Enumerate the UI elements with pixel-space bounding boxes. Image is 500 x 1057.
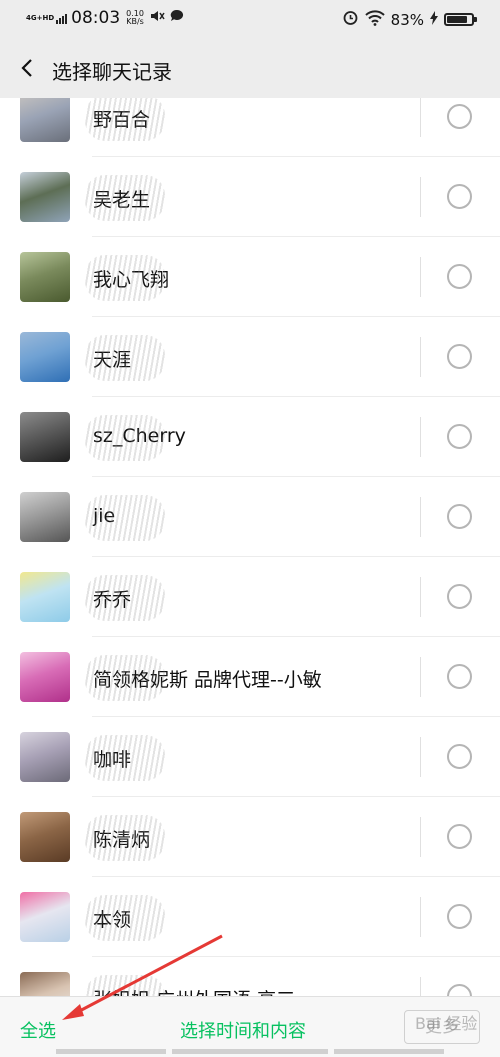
divider [420, 657, 421, 697]
nav-indicator [334, 1049, 444, 1054]
avatar [20, 332, 70, 382]
blur-overlay [85, 495, 165, 541]
blur-overlay [85, 735, 165, 781]
blur-overlay [85, 415, 165, 461]
divider [420, 817, 421, 857]
chevron-left-icon[interactable] [16, 56, 40, 80]
chat-row[interactable]: 乔乔 [0, 557, 500, 637]
nav-indicator [172, 1049, 328, 1054]
select-radio[interactable] [447, 184, 472, 209]
avatar [20, 98, 70, 142]
select-radio[interactable] [447, 264, 472, 289]
blur-overlay [85, 335, 165, 381]
chat-row[interactable]: 张姐姐 广州外国语 高三 [0, 957, 500, 996]
lightning-icon [430, 10, 438, 29]
page-title: 选择聊天记录 [52, 60, 172, 84]
blur-overlay [85, 655, 165, 701]
avatar [20, 572, 70, 622]
nav-indicator [56, 1049, 166, 1054]
watermark: Bai 经验 [415, 1014, 478, 1033]
select-radio[interactable] [447, 904, 472, 929]
avatar [20, 972, 70, 996]
select-radio[interactable] [447, 344, 472, 369]
chat-row[interactable]: 本领 [0, 877, 500, 957]
divider [420, 337, 421, 377]
chat-row[interactable]: 吴老生 [0, 157, 500, 237]
select-time-and-content-button[interactable]: 选择时间和内容 [180, 1017, 306, 1043]
blur-overlay [85, 575, 165, 621]
wifi-icon [364, 9, 385, 30]
chat-bubble-icon [170, 9, 184, 27]
battery-icon [444, 13, 477, 26]
blur-overlay [85, 255, 165, 301]
select-radio[interactable] [447, 824, 472, 849]
blur-overlay [85, 895, 165, 941]
blur-overlay [85, 175, 165, 221]
blur-overlay [85, 815, 165, 861]
divider [420, 497, 421, 537]
select-radio[interactable] [447, 504, 472, 529]
divider [420, 417, 421, 457]
nav-bar: 选择聊天记录 [0, 40, 500, 98]
chat-row[interactable]: 简领格妮斯 品牌代理--小敏 [0, 637, 500, 717]
select-radio[interactable] [447, 744, 472, 769]
select-radio[interactable] [447, 664, 472, 689]
divider [420, 98, 421, 137]
divider [420, 977, 421, 996]
avatar [20, 172, 70, 222]
blur-overlay [85, 98, 165, 141]
signal-icon [56, 12, 68, 24]
select-radio[interactable] [447, 984, 472, 996]
chat-list[interactable]: 野百合吴老生我心飞翔天涯sz_Cherryjie乔乔简领格妮斯 品牌代理--小敏… [0, 98, 500, 996]
divider [420, 177, 421, 217]
chat-row[interactable]: 天涯 [0, 317, 500, 397]
chat-row[interactable]: jie [0, 477, 500, 557]
battery-percent: 83% [390, 10, 424, 29]
network-speed: 0.10 KB/s [126, 9, 144, 26]
select-all-button[interactable]: 全选 [20, 1017, 56, 1043]
status-bar: 4G+HD 08:03 0.10 KB/s 83% [0, 0, 500, 40]
chat-row[interactable]: sz_Cherry [0, 397, 500, 477]
alarm-icon [342, 9, 359, 30]
speaker-mute-icon [150, 9, 165, 27]
chat-row[interactable]: 咖啡 [0, 717, 500, 797]
divider [420, 577, 421, 617]
chat-row[interactable]: 野百合 [0, 98, 500, 157]
select-radio[interactable] [447, 584, 472, 609]
avatar [20, 812, 70, 862]
select-radio[interactable] [447, 104, 472, 129]
avatar [20, 652, 70, 702]
avatar [20, 492, 70, 542]
divider [420, 897, 421, 937]
divider [420, 257, 421, 297]
network-type: 4G+HD [26, 13, 55, 22]
avatar [20, 732, 70, 782]
clock: 08:03 [71, 8, 121, 28]
avatar [20, 252, 70, 302]
chat-row[interactable]: 陈清炳 [0, 797, 500, 877]
blur-overlay [85, 975, 165, 996]
divider [420, 737, 421, 777]
avatar [20, 412, 70, 462]
avatar [20, 892, 70, 942]
select-radio[interactable] [447, 424, 472, 449]
chat-row[interactable]: 我心飞翔 [0, 237, 500, 317]
